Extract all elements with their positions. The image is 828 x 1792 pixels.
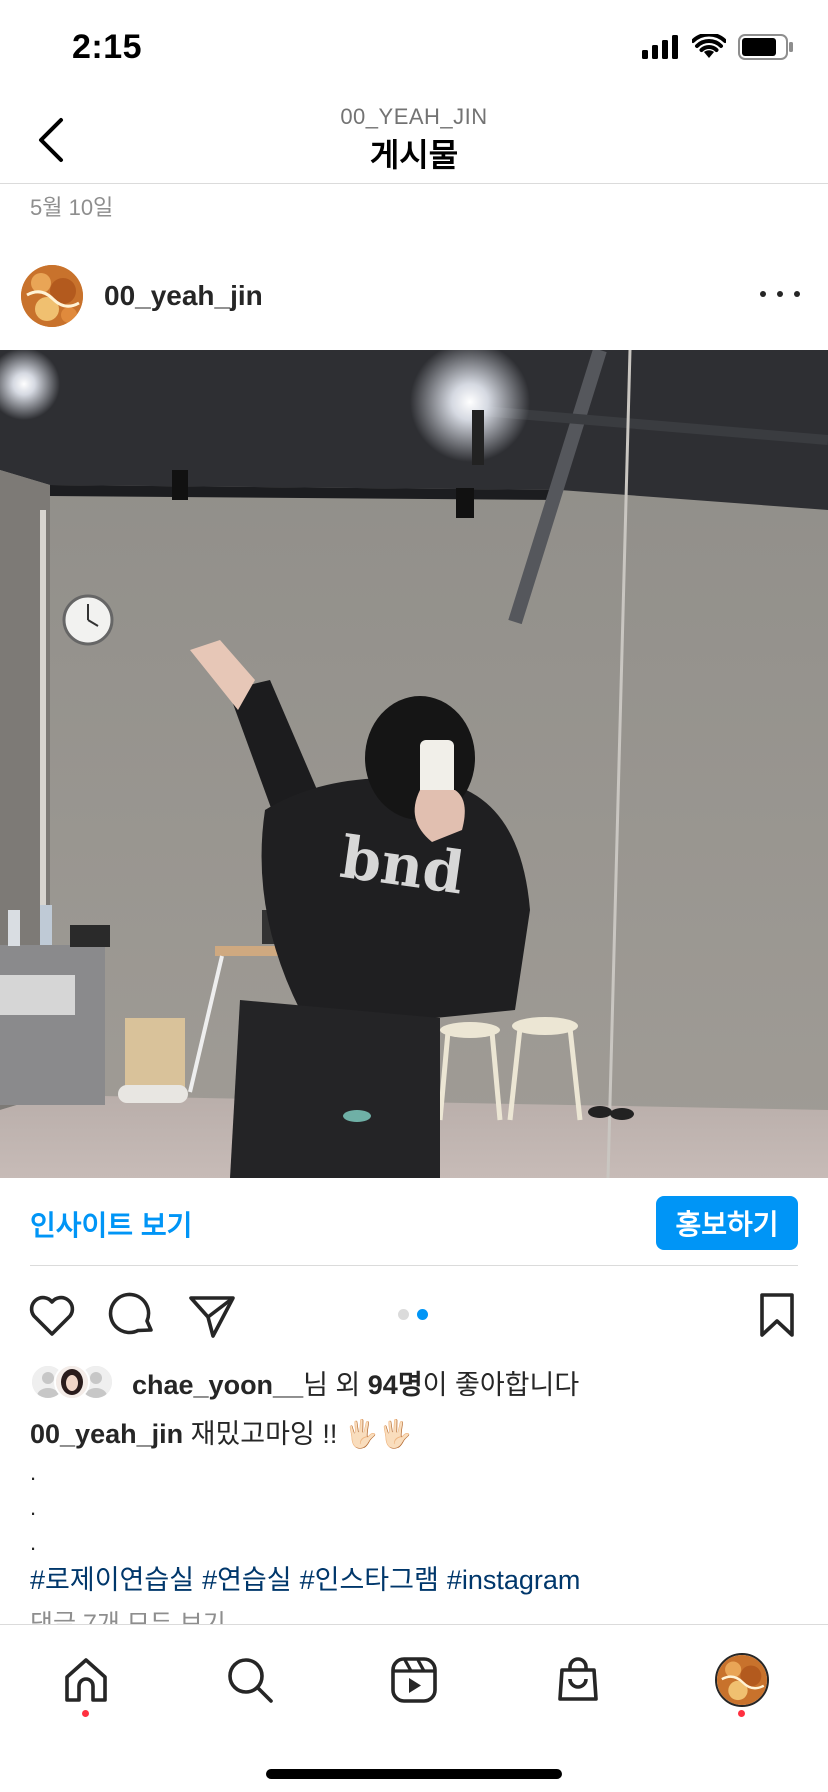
hashtags: #로제이연습실 #연습실 #인스타그램 #instagram xyxy=(30,1558,588,1597)
notification-dot xyxy=(82,1710,89,1717)
tab-shop[interactable] xyxy=(546,1648,610,1712)
carousel-dot xyxy=(398,1309,409,1320)
author-username[interactable]: 00_yeah_jin xyxy=(104,280,263,312)
view-insights-link[interactable]: 인사이트 보기 xyxy=(30,1204,192,1244)
hashtag-link[interactable]: #로제이연습실 xyxy=(30,1565,194,1595)
post-actions xyxy=(0,1290,828,1340)
reels-icon xyxy=(391,1657,437,1703)
comment-icon xyxy=(108,1292,153,1335)
likes-text: chae_yoon__님 외 94명이 좋아합니다 xyxy=(132,1369,580,1400)
insights-row: 인사이트 보기 홍보하기 xyxy=(0,1178,828,1266)
cellular-signal-icon xyxy=(642,35,678,59)
caption-author[interactable]: 00_yeah_jin xyxy=(30,1419,183,1449)
share-button[interactable] xyxy=(187,1290,237,1340)
header-username: 00_YEAH_JIN xyxy=(340,104,488,129)
heart-icon xyxy=(29,1295,75,1336)
status-bar: 2:15 xyxy=(0,0,828,96)
liker-username[interactable]: chae_yoon__ xyxy=(132,1370,303,1400)
save-button[interactable] xyxy=(752,1290,802,1340)
tab-profile[interactable] xyxy=(710,1648,774,1712)
post-caption: 00_yeah_jin 재밌고마잉 !! 🖐🏻🖐🏻 xyxy=(30,1412,412,1451)
post-author-row: 00_yeah_jin xyxy=(0,262,828,334)
likes-summary[interactable]: chae_yoon__님 외 94명이 좋아합니다 xyxy=(30,1362,579,1402)
comment-button[interactable] xyxy=(107,1290,157,1340)
more-horizontal-icon xyxy=(760,291,766,297)
carousel-indicator xyxy=(398,1309,428,1320)
bookmark-icon xyxy=(760,1293,794,1337)
author-avatar[interactable] xyxy=(21,265,83,327)
post-header: 00_YEAH_JIN 게시물 xyxy=(0,96,828,184)
profile-avatar xyxy=(715,1653,769,1707)
battery-icon xyxy=(738,34,793,60)
status-time: 2:15 xyxy=(72,28,143,66)
status-icons xyxy=(642,34,794,60)
tab-reels[interactable] xyxy=(382,1648,446,1712)
shop-icon xyxy=(558,1657,598,1701)
like-button[interactable] xyxy=(27,1290,77,1340)
caption-line: . xyxy=(30,1495,37,1520)
raised-hand-emoji: 🖐🏻🖐🏻 xyxy=(344,1419,413,1449)
post-date: 5월 10일 xyxy=(30,195,114,220)
tab-home[interactable] xyxy=(54,1648,118,1712)
bottom-tab-bar xyxy=(0,1624,828,1792)
more-options-button[interactable] xyxy=(760,278,800,310)
send-icon xyxy=(189,1296,235,1338)
caption-text: 재밌고마잉 !! xyxy=(190,1419,345,1449)
search-icon xyxy=(228,1658,273,1703)
page-title: 게시물 xyxy=(369,137,459,173)
liker-avatars xyxy=(30,1364,120,1400)
hashtag-link[interactable]: #인스타그램 xyxy=(300,1565,439,1595)
post-photo[interactable]: bnd xyxy=(0,350,828,1178)
divider xyxy=(30,1265,798,1266)
home-indicator xyxy=(266,1769,562,1779)
hashtag-link[interactable]: #연습실 xyxy=(202,1565,292,1595)
caption-line: . xyxy=(30,1460,37,1485)
notification-dot xyxy=(738,1710,745,1717)
hashtag-link[interactable]: #instagram xyxy=(447,1565,581,1595)
likes-count[interactable]: 94명 xyxy=(368,1370,423,1400)
home-icon xyxy=(65,1658,107,1702)
caption-line: . xyxy=(30,1530,37,1555)
carousel-dot-active xyxy=(417,1309,428,1320)
tab-search[interactable] xyxy=(218,1648,282,1712)
promote-button[interactable]: 홍보하기 xyxy=(656,1196,798,1250)
wifi-icon xyxy=(692,34,726,58)
liker-avatar xyxy=(54,1364,90,1400)
